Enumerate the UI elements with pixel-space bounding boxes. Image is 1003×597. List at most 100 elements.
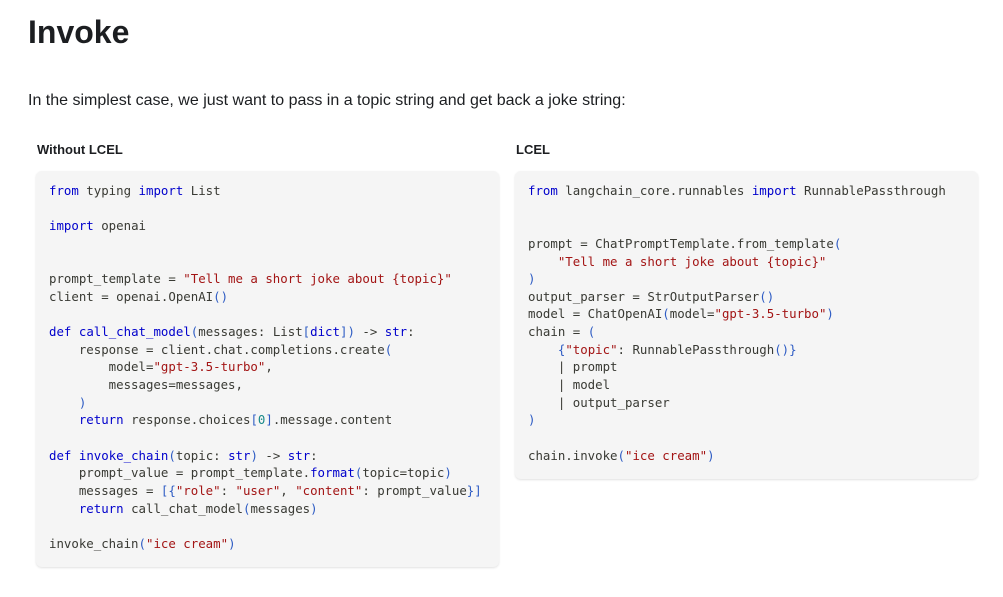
- code-token: str: [287, 447, 311, 463]
- code-token: invoke_chain: [49, 535, 139, 551]
- code-line: import openai: [49, 217, 499, 235]
- code-line: from typing import List: [49, 182, 499, 200]
- code-token: chain.invoke: [528, 447, 618, 463]
- code-token: output_parser = StrOutputParser: [528, 288, 760, 304]
- code-line: | output_parser: [528, 394, 978, 412]
- code-token: format: [310, 465, 355, 481]
- code-line: from langchain_core.runnables import Run…: [528, 182, 978, 200]
- code-token: "content": [295, 482, 363, 498]
- code-token: (): [759, 288, 775, 304]
- code-line: def invoke_chain(topic: str) -> str:: [49, 447, 499, 465]
- right-column-label: LCEL: [516, 142, 550, 157]
- code-token: response.choices: [123, 412, 251, 428]
- code-token: (): [213, 288, 229, 304]
- code-token: call_chat_model: [123, 500, 243, 516]
- intro-paragraph: In the simplest case, we just want to pa…: [28, 92, 626, 109]
- code-token: ]: [265, 412, 273, 428]
- code-token: openai: [93, 218, 146, 234]
- code-token: :: [310, 447, 318, 463]
- code-token: ()}: [774, 341, 797, 357]
- code-token: | output_parser: [528, 394, 670, 410]
- code-token: ): [310, 500, 318, 516]
- code-line: return call_chat_model(messages): [49, 500, 499, 518]
- code-token: response = client.chat.completions.creat…: [49, 341, 385, 357]
- code-line: messages = [{"role": "user", "content": …: [49, 482, 499, 500]
- code-token: "ice cream": [146, 535, 229, 551]
- code-token: call_chat_model: [78, 324, 191, 340]
- code-token: [{: [160, 482, 176, 498]
- code-line: "Tell me a short joke about {topic}": [528, 253, 978, 271]
- code-line: {"topic": RunnablePassthrough()}: [528, 341, 978, 359]
- code-token: messages: List: [198, 324, 303, 340]
- code-token: model=: [669, 306, 715, 322]
- code-line: chain.invoke("ice cream"): [528, 447, 978, 465]
- code-token: (: [662, 306, 670, 322]
- code-token: ): [347, 324, 355, 340]
- code-token: client = openai.OpenAI: [49, 288, 214, 304]
- code-token: ->: [354, 324, 385, 340]
- code-token: ): [228, 535, 236, 551]
- code-token: : prompt_value: [362, 482, 467, 498]
- code-token: "topic": [565, 341, 618, 357]
- code-token: :: [220, 482, 236, 498]
- code-token: (: [833, 235, 842, 251]
- code-token: "Tell me a short joke about {topic}": [557, 253, 827, 269]
- code-token: [: [250, 412, 258, 428]
- code-token: return: [78, 412, 124, 428]
- code-token: "Tell me a short joke about {topic}": [183, 271, 452, 287]
- left-column-label: Without LCEL: [37, 142, 123, 157]
- code-token: | model: [528, 377, 611, 393]
- code-token: ): [78, 394, 87, 410]
- code-token: langchain_core.runnables: [557, 183, 752, 198]
- code-token: RunnablePassthrough: [796, 183, 946, 198]
- code-token: import: [49, 218, 94, 234]
- code-token: model = ChatOpenAI: [528, 306, 663, 322]
- code-block-without-lcel[interactable]: from typing import List import openai prom…: [36, 171, 499, 567]
- code-token: def: [49, 324, 72, 340]
- code-line: def call_chat_model(messages: List[dict]…: [49, 323, 499, 341]
- code-token: (: [168, 447, 176, 463]
- code-line: chain = (: [528, 323, 978, 341]
- code-token: ): [528, 412, 536, 428]
- code-token: prompt_value = prompt_template.: [49, 465, 311, 481]
- code-line: prompt_template = "Tell me a short joke …: [49, 270, 499, 288]
- code-token: ): [528, 271, 536, 287]
- code-token: def: [49, 447, 72, 463]
- code-token: dict: [310, 324, 340, 340]
- code-token: "user": [235, 482, 281, 498]
- code-token: from: [528, 183, 558, 198]
- code-token: topic=topic: [362, 465, 445, 481]
- code-token: : RunnablePassthrough: [617, 341, 775, 357]
- code-line: prompt_value = prompt_template.format(to…: [49, 464, 499, 482]
- code-token: "ice cream": [625, 447, 708, 463]
- code-line: ): [528, 270, 978, 288]
- code-line: | prompt: [528, 358, 978, 376]
- code-token: (: [138, 535, 146, 551]
- code-line: | model: [528, 376, 978, 394]
- code-token: return: [78, 500, 124, 516]
- code-line: client = openai.OpenAI(): [49, 288, 499, 306]
- code-line: model="gpt-3.5-turbo",: [49, 358, 499, 376]
- code-token: ,: [280, 482, 296, 498]
- code-token: messages=messages,: [49, 377, 243, 393]
- code-token: str: [384, 324, 408, 340]
- code-token: ): [444, 465, 452, 481]
- code-token: topic:: [175, 447, 229, 463]
- code-block-lcel[interactable]: from langchain_core.runnables import Run…: [515, 171, 978, 479]
- code-token: "gpt-3.5-turbo": [714, 306, 827, 322]
- code-line: output_parser = StrOutputParser(): [528, 288, 978, 306]
- code-token: ): [707, 447, 715, 463]
- code-token: ->: [257, 447, 288, 463]
- code-content-lcel: from langchain_core.runnables import Run…: [528, 182, 978, 464]
- code-token: ,: [265, 359, 273, 375]
